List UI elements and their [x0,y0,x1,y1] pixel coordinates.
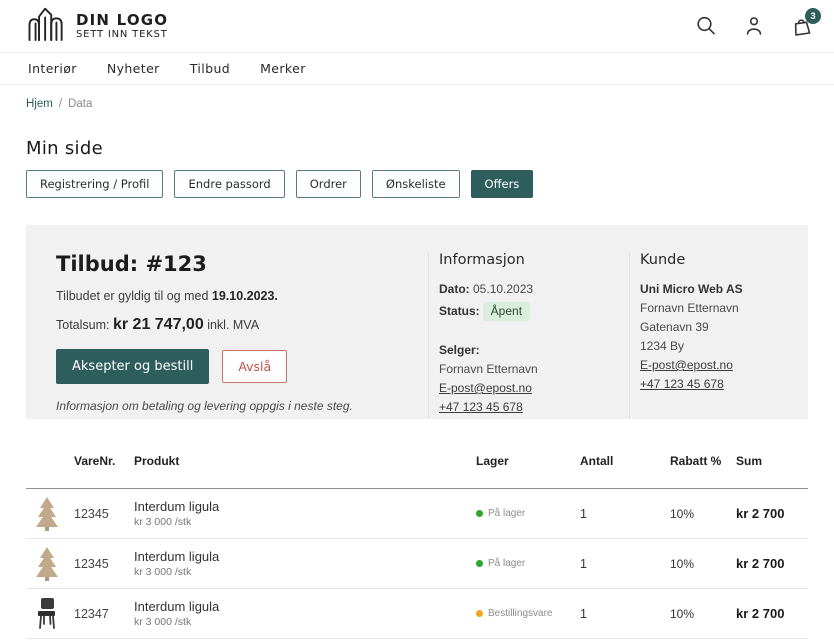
seller-email-link[interactable]: E-post@epost.no [439,379,532,398]
stock-status: På lager [476,558,580,569]
product-price: kr 3 000 /stk [134,566,476,578]
in-stock-dot-icon [476,560,483,567]
product-name: Interdum ligula [134,549,476,564]
tab-registrering-profil[interactable]: Registrering / Profil [26,170,163,198]
account-tabs: Registrering / Profil Endre passord Ordr… [26,170,808,198]
product-name: Interdum ligula [134,499,476,514]
cart-count-badge: 3 [805,8,821,24]
item-number: 12347 [74,607,134,621]
customer-name: Fornavn Etternavn [640,299,778,318]
in-stock-dot-icon [476,510,483,517]
discount: 10% [670,507,736,521]
offer-validity: Tilbudet er gyldig til og med 19.10.2023… [56,289,428,303]
line-sum: kr 2 700 [736,506,808,521]
information-heading: Informasjon [439,252,629,268]
tree-product-icon [26,496,74,532]
breadcrumb-home-link[interactable]: Hjem [26,98,53,110]
cart-icon[interactable]: 3 [790,14,814,38]
stock-label: På lager [488,558,525,569]
tree-product-icon [26,546,74,582]
offer-validity-date: 19.10.2023. [212,289,278,303]
main-nav: Interiør Nyheter Tilbud Merker [0,52,834,85]
offer-customer-section: Kunde Uni Micro Web AS Fornavn Etternavn… [629,252,778,419]
customer-street: Gatenavn 39 [640,318,778,337]
offer-total-label: Totalsum: [56,318,113,332]
logo[interactable]: DIN LOGO SETT INN TEKST [26,5,168,47]
header-antall: Antall [580,454,670,468]
item-number: 12345 [74,557,134,571]
logo-buildings-icon [26,5,66,47]
header: DIN LOGO SETT INN TEKST 3 [0,0,834,52]
offer-note: Informasjon om betaling og levering oppg… [56,399,428,413]
offer-panel: Tilbud: #123 Tilbudet er gyldig til og m… [26,225,808,419]
product-price: kr 3 000 /stk [134,616,476,628]
customer-phone-link[interactable]: +47 123 45 678 [640,375,724,394]
customer-city: 1234 By [640,337,778,356]
offer-total-suffix: inkl. MVA [204,318,259,332]
customer-heading: Kunde [640,252,778,268]
status-label: Status: [439,304,480,318]
nav-item-interior[interactable]: Interiør [28,61,77,76]
stock-label: Bestillingsvare [488,608,552,619]
product-price: kr 3 000 /stk [134,516,476,528]
table-row: 12345 Interdum ligula kr 3 000 /stk På l… [26,489,808,539]
table-row: 12345 Interdum ligula kr 3 000 /stk På l… [26,539,808,589]
chair-product-icon [26,597,74,631]
order-item-dot-icon [476,610,483,617]
stock-label: På lager [488,508,525,519]
date-label: Dato: [439,282,470,296]
discount: 10% [670,557,736,571]
discount: 10% [670,607,736,621]
nav-item-merker[interactable]: Merker [260,61,306,76]
offer-items-table: VareNr. Produkt Lager Antall Rabatt % Su… [26,454,808,639]
stock-status: Bestillingsvare [476,608,580,619]
tab-offers[interactable]: Offers [471,170,534,198]
seller-label: Selger: [439,343,480,357]
offer-date: Dato: 05.10.2023 [439,280,629,299]
date-value: 05.10.2023 [470,282,533,296]
logo-subtitle: SETT INN TEKST [76,29,168,40]
table-row: 12347 Interdum ligula kr 3 000 /stk Best… [26,589,808,639]
user-icon[interactable] [742,14,766,38]
customer-company: Uni Micro Web AS [640,282,743,296]
nav-item-tilbud[interactable]: Tilbud [190,61,230,76]
status-badge: Åpent [483,302,530,321]
header-rabatt: Rabatt % [670,454,736,468]
line-sum: kr 2 700 [736,606,808,621]
nav-item-nyheter[interactable]: Nyheter [107,61,160,76]
product-name: Interdum ligula [134,599,476,614]
line-sum: kr 2 700 [736,556,808,571]
offer-total: Totalsum: kr 21 747,00 inkl. MVA [56,316,428,334]
accept-order-button[interactable]: Aksepter og bestill [56,349,209,384]
tab-ordrer[interactable]: Ordrer [296,170,361,198]
quantity: 1 [580,607,670,621]
quantity: 1 [580,557,670,571]
tab-onskeliste[interactable]: Ønskeliste [372,170,460,198]
breadcrumb-separator: / [59,98,62,110]
breadcrumb-current: Data [68,98,92,110]
breadcrumb: Hjem / Data [0,85,834,110]
header-lager: Lager [476,454,580,468]
offer-total-amount: kr 21 747,00 [113,316,204,333]
header-sum: Sum [736,454,808,468]
page-title: Min side [26,138,808,159]
seller-phone-link[interactable]: +47 123 45 678 [439,398,523,417]
tab-endre-passord[interactable]: Endre passord [174,170,284,198]
offer-information-section: Informasjon Dato: 05.10.2023 Status:Åpen… [428,252,629,419]
offer-validity-text: Tilbudet er gyldig til og med [56,289,212,303]
header-varenr: VareNr. [74,454,134,468]
stock-status: På lager [476,508,580,519]
item-number: 12345 [74,507,134,521]
customer-email-link[interactable]: E-post@epost.no [640,356,733,375]
decline-button[interactable]: Avslå [222,350,287,383]
logo-title: DIN LOGO [76,12,168,29]
quantity: 1 [580,507,670,521]
header-produkt: Produkt [134,454,476,468]
seller-name: Fornavn Etternavn [439,360,629,379]
offer-title: Tilbud: #123 [56,252,428,276]
table-header-row: VareNr. Produkt Lager Antall Rabatt % Su… [26,454,808,489]
search-icon[interactable] [694,14,718,38]
offer-status: Status:Åpent [439,302,629,321]
